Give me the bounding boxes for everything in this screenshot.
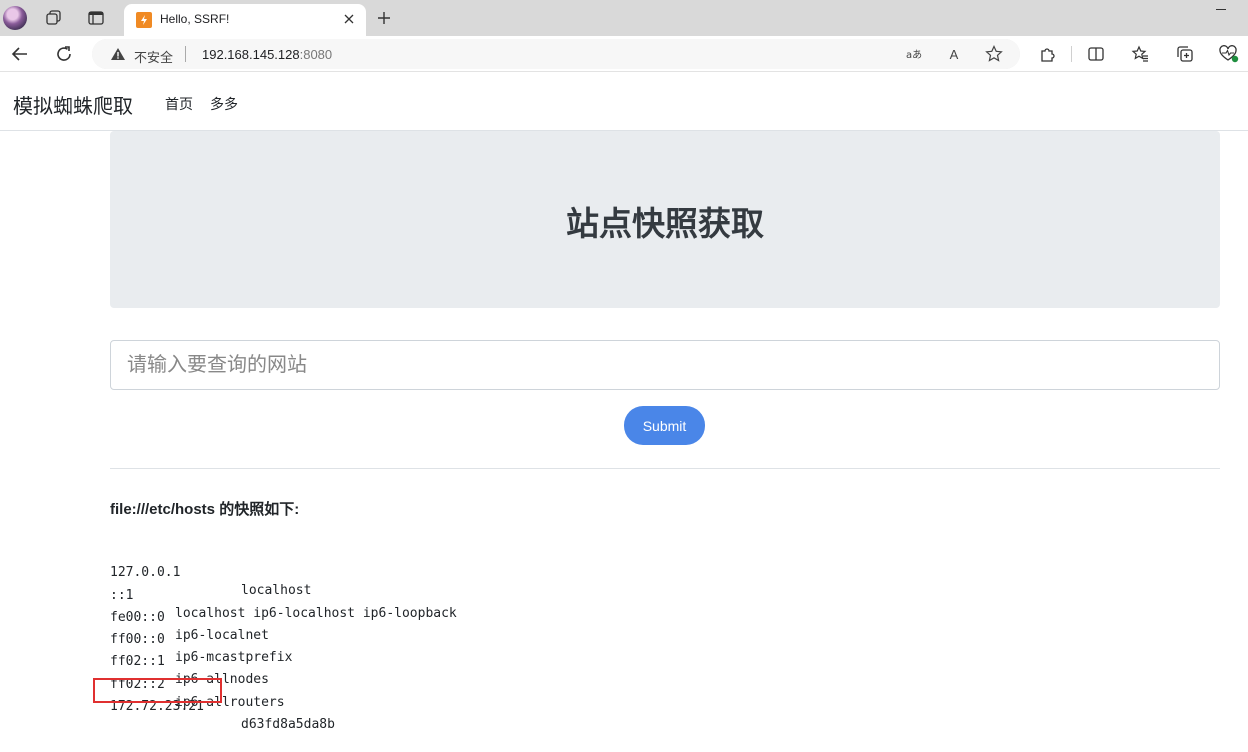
minimize-window-icon[interactable] <box>1216 6 1230 16</box>
back-icon[interactable] <box>8 42 32 66</box>
result-title: file:///etc/hosts 的快照如下: <box>110 501 300 518</box>
favorites-icon[interactable] <box>1128 42 1152 66</box>
ip-highlight-annotation <box>93 678 222 703</box>
browser-toolbar: 不安全 192.168.145.128:8080 aあ A <box>0 36 1248 72</box>
warning-icon[interactable] <box>110 47 126 61</box>
address-separator <box>185 46 186 62</box>
page-title: 站点快照获取 <box>566 205 764 242</box>
profile-avatar[interactable] <box>3 6 27 30</box>
split-screen-icon[interactable] <box>1084 42 1108 66</box>
host-names: localhost ip6-localhost ip6-loopback <box>175 606 457 621</box>
site-navbar: 模拟蜘蛛爬取 首页 多多 <box>0 73 1248 131</box>
workspaces-icon[interactable] <box>44 8 64 28</box>
address-bar[interactable]: 不安全 192.168.145.128:8080 aあ A <box>92 39 1020 69</box>
hosts-line: fe00::0 ip6-localnet <box>110 591 269 643</box>
url-text[interactable]: 192.168.145.128:8080 <box>202 47 332 62</box>
site-favicon-icon <box>136 12 152 28</box>
nav-link-more[interactable]: 多多 <box>210 94 238 114</box>
host-names: ip6-localnet <box>175 628 269 643</box>
divider <box>110 468 1220 469</box>
extensions-icon[interactable] <box>1036 42 1060 66</box>
hosts-line: ::1 localhost ip6-localhost ip6-loopback <box>110 569 457 621</box>
tab-title: Hello, SSRF! <box>160 12 230 26</box>
host-names: d63fd8a5da8b <box>241 717 335 732</box>
read-aloud-icon[interactable]: A <box>944 44 964 64</box>
host-names: ip6-mcastprefix <box>175 650 293 665</box>
hosts-line: ff02::1 ip6-allnodes <box>110 635 269 687</box>
submit-button[interactable]: Submit <box>624 406 705 445</box>
address-bar-field[interactable]: 不安全 192.168.145.128:8080 aあ A <box>92 39 1020 69</box>
hosts-line: ff00::0 ip6-mcastprefix <box>110 613 292 665</box>
translate-icon[interactable]: aあ <box>904 44 924 64</box>
url-query-input[interactable] <box>110 340 1220 390</box>
jumbotron: 站点快照获取 <box>110 131 1220 308</box>
svg-text:aあ: aあ <box>906 49 922 61</box>
read-aloud-label: A <box>949 46 959 62</box>
nav-link-home[interactable]: 首页 <box>165 94 193 114</box>
site-brand[interactable]: 模拟蜘蛛爬取 <box>13 90 133 119</box>
toolbar-divider <box>1071 46 1072 62</box>
new-tab-icon[interactable] <box>374 8 394 28</box>
browser-essentials-icon[interactable] <box>1217 42 1241 66</box>
host-names: localhost <box>241 583 312 598</box>
url-port: :8080 <box>299 47 333 62</box>
hosts-line: ff02::2 ip6-allrouters <box>110 658 285 710</box>
hosts-line: 127.0.0.1 localhost <box>110 546 311 598</box>
security-label[interactable]: 不安全 <box>134 47 173 66</box>
collections-icon[interactable] <box>1173 42 1197 66</box>
browser-tab-strip: Hello, SSRF! <box>0 0 1248 36</box>
active-tab[interactable]: Hello, SSRF! <box>124 4 366 36</box>
vertical-tabs-icon[interactable] <box>86 8 106 28</box>
favorite-star-icon[interactable] <box>984 44 1004 64</box>
close-tab-icon[interactable] <box>340 10 358 28</box>
url-host: 192.168.145.128 <box>202 47 300 62</box>
refresh-icon[interactable] <box>52 42 76 66</box>
